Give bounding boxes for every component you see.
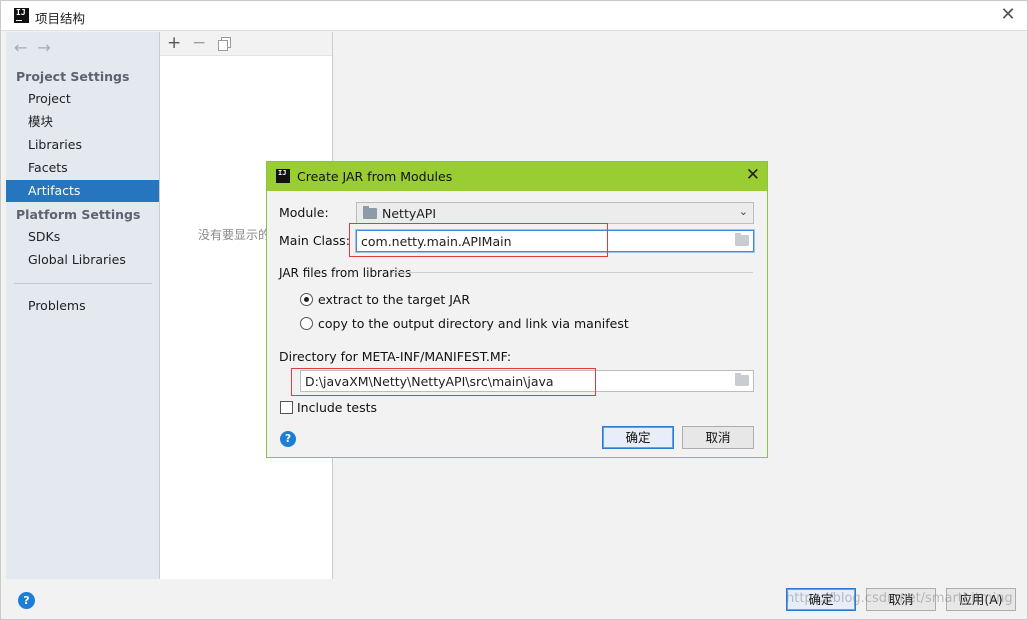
settings-sidebar: ← → Project Settings Project 模块 Libraries… [6, 32, 160, 579]
extract-radio[interactable] [300, 293, 313, 306]
project-settings-header: Project Settings [16, 69, 130, 84]
include-tests-checkbox[interactable] [280, 401, 293, 414]
dialog-title-bar: IJ Create JAR from Modules ✕ [267, 162, 767, 191]
module-select-value: NettyAPI [382, 206, 437, 221]
app-icon: IJ [276, 169, 290, 183]
main-class-label: Main Class: [279, 233, 350, 248]
sidebar-item-problems[interactable]: Problems [6, 295, 159, 317]
sidebar-item-facets[interactable]: Facets [6, 157, 159, 179]
app-icon: IJ [14, 8, 29, 23]
watermark: https://blog.csdn.net/smartbitming [786, 591, 1013, 606]
title-bar: IJ 项目结构 ✕ [1, 1, 1027, 31]
folder-icon [363, 206, 377, 219]
dialog-ok-button[interactable]: 确定 [602, 426, 674, 449]
jar-files-label: JAR files from libraries [279, 266, 412, 280]
browse-folder-icon[interactable] [735, 373, 749, 386]
dialog-cancel-button[interactable]: 取消 [682, 426, 754, 449]
highlight-box [291, 368, 596, 396]
back-arrow-icon[interactable]: ← [14, 38, 27, 57]
group-divider [392, 272, 753, 273]
copy-radio-label[interactable]: copy to the output directory and link vi… [318, 316, 629, 331]
empty-list-text: 没有要显示的 [198, 228, 271, 242]
close-icon[interactable]: ✕ [746, 165, 760, 185]
extract-radio-label[interactable]: extract to the target JAR [318, 292, 470, 307]
forward-arrow-icon[interactable]: → [37, 38, 50, 57]
dropdown-arrow-icon: ⌄ [738, 205, 748, 218]
create-jar-dialog: IJ Create JAR from Modules ✕ Module: Net… [266, 161, 768, 458]
sidebar-item-project[interactable]: Project [6, 88, 159, 110]
window-title: 项目结构 [35, 11, 86, 26]
copy-icon[interactable] [218, 36, 232, 56]
module-select[interactable]: NettyAPI ⌄ [356, 202, 754, 224]
artifacts-toolbar: + − [160, 32, 332, 56]
close-icon[interactable]: ✕ [997, 4, 1019, 26]
sidebar-item-global-libraries[interactable]: Global Libraries [6, 249, 159, 271]
platform-settings-header: Platform Settings [16, 207, 141, 222]
sidebar-item-libraries[interactable]: Libraries [6, 134, 159, 156]
dialog-title: Create JAR from Modules [297, 169, 453, 184]
module-label: Module: [279, 205, 329, 220]
highlight-box [349, 223, 608, 257]
sidebar-divider [14, 283, 152, 284]
help-icon[interactable]: ? [280, 431, 296, 447]
history-nav: ← → [14, 38, 61, 57]
add-icon[interactable]: + [167, 33, 181, 53]
remove-icon[interactable]: − [192, 33, 206, 53]
sidebar-item-sdks[interactable]: SDKs [6, 226, 159, 248]
sidebar-item-modules[interactable]: 模块 [6, 111, 159, 133]
manifest-dir-label: Directory for META-INF/MANIFEST.MF: [279, 349, 512, 364]
include-tests-label[interactable]: Include tests [297, 400, 377, 415]
sidebar-item-artifacts[interactable]: Artifacts [6, 180, 159, 202]
browse-folder-icon[interactable] [735, 233, 749, 246]
help-icon[interactable]: ? [18, 592, 35, 609]
copy-radio[interactable] [300, 317, 313, 330]
